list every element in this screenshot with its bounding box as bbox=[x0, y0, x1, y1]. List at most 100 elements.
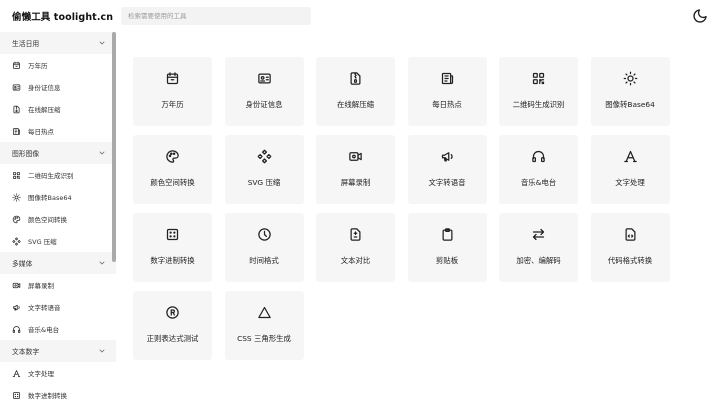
tool-card-10[interactable]: 音乐&电台 bbox=[499, 135, 578, 204]
tool-card-0[interactable]: 万年历 bbox=[133, 57, 212, 126]
id-card-icon bbox=[257, 71, 272, 86]
tool-card-label: 二维码生成识别 bbox=[512, 100, 565, 109]
regex-icon bbox=[165, 305, 180, 320]
sidebar-item-label: 万年历 bbox=[28, 62, 48, 70]
id-card-icon bbox=[12, 83, 21, 92]
header: 偷懒工具 toolight.cn bbox=[0, 0, 720, 32]
site-logo[interactable]: 偷懒工具 toolight.cn bbox=[12, 9, 113, 23]
tool-card-label: 每日热点 bbox=[432, 100, 462, 109]
tool-card-label: CSS 三角形生成 bbox=[237, 334, 291, 343]
sidebar-item-2-2[interactable]: 音乐&电台 bbox=[0, 318, 116, 340]
megaphone-icon bbox=[12, 303, 21, 312]
sidebar-group-label: 图形图像 bbox=[12, 150, 40, 158]
sidebar-item-label: 颜色空间转换 bbox=[28, 216, 67, 224]
tool-card-1[interactable]: 身份证信息 bbox=[224, 57, 304, 126]
sun-icon bbox=[12, 192, 21, 202]
tool-card-label: 屏幕录制 bbox=[340, 178, 371, 187]
tool-card-15[interactable]: 剪贴板 bbox=[407, 213, 487, 282]
chevron-down-icon bbox=[98, 149, 106, 157]
tool-card-label: 身份证信息 bbox=[245, 100, 283, 109]
tool-card-4[interactable]: 二维码生成识别 bbox=[499, 57, 578, 126]
dice-icon bbox=[12, 391, 21, 400]
tool-card-label: 时间格式 bbox=[249, 256, 279, 265]
sidebar-item-0-3[interactable]: 每日热点 bbox=[0, 120, 116, 142]
tool-card-label: 在线解压缩 bbox=[337, 100, 374, 109]
sidebar-group-1[interactable]: 图形图像 bbox=[0, 142, 116, 164]
search-input[interactable] bbox=[121, 7, 311, 25]
tool-card-6[interactable]: 颜色空间转换 bbox=[133, 135, 212, 204]
diff-icon bbox=[348, 227, 363, 242]
tool-card-label: 加密、编解码 bbox=[516, 256, 561, 265]
sidebar-group-label: 文本数字 bbox=[12, 348, 40, 356]
moon-icon[interactable] bbox=[692, 8, 708, 24]
news-icon bbox=[440, 71, 455, 86]
sidebar-item-label: 二维码生成识别 bbox=[28, 172, 74, 180]
sidebar-item-1-2[interactable]: 颜色空间转换 bbox=[0, 208, 116, 230]
palette-icon bbox=[165, 149, 180, 164]
tool-card-17[interactable]: 代码格式转换 bbox=[590, 213, 670, 282]
sidebar-group-2[interactable]: 多媒体 bbox=[0, 252, 116, 274]
sidebar-item-label: 在线解压缩 bbox=[28, 106, 61, 114]
tool-card-5[interactable]: 图像转Base64 bbox=[590, 57, 670, 126]
tool-card-18[interactable]: 正则表达式测试 bbox=[133, 291, 212, 360]
sidebar-item-0-1[interactable]: 身份证信息 bbox=[0, 76, 116, 98]
sidebar-item-1-0[interactable]: 二维码生成识别 bbox=[0, 164, 116, 186]
tool-card-label: SVG 压缩 bbox=[247, 178, 281, 187]
tool-card-9[interactable]: 文字转语音 bbox=[407, 135, 487, 204]
triangle-icon bbox=[257, 305, 272, 320]
tool-card-7[interactable]: SVG 压缩 bbox=[224, 135, 304, 204]
sidebar-item-label: 音乐&电台 bbox=[28, 326, 60, 334]
sidebar-item-label: 数字进制转换 bbox=[28, 392, 67, 400]
video-icon bbox=[12, 281, 21, 290]
tool-card-label: 文字转语音 bbox=[428, 178, 466, 187]
tool-card-13[interactable]: 时间格式 bbox=[224, 213, 304, 282]
headphones-icon bbox=[531, 149, 546, 164]
text-icon bbox=[12, 369, 21, 378]
video-icon bbox=[348, 149, 363, 164]
tool-card-3[interactable]: 每日热点 bbox=[407, 57, 487, 126]
tool-card-11[interactable]: 文字处理 bbox=[590, 135, 670, 204]
qrcode-icon bbox=[531, 71, 546, 86]
tool-card-label: 正则表达式测试 bbox=[146, 334, 199, 343]
tool-card-label: 文字处理 bbox=[615, 178, 645, 187]
sidebar-group-label: 生活日用 bbox=[12, 40, 40, 48]
code-file-icon bbox=[623, 227, 638, 242]
tool-card-2[interactable]: 在线解压缩 bbox=[316, 57, 395, 126]
palette-icon bbox=[12, 215, 21, 224]
svg-icon bbox=[12, 236, 21, 246]
sun-icon bbox=[623, 71, 638, 86]
calendar-icon bbox=[165, 71, 180, 86]
calendar-icon bbox=[12, 61, 21, 70]
sidebar-item-0-0[interactable]: 万年历 bbox=[0, 54, 116, 76]
sidebar-group-3[interactable]: 文本数字 bbox=[0, 340, 116, 362]
headphones-icon bbox=[12, 325, 21, 334]
tool-card-12[interactable]: 数字进制转换 bbox=[133, 213, 212, 282]
sidebar-item-label: 文字转语音 bbox=[28, 304, 61, 312]
sidebar-item-0-2[interactable]: 在线解压缩 bbox=[0, 98, 116, 120]
tool-card-16[interactable]: 加密、编解码 bbox=[499, 213, 578, 282]
sidebar-item-label: 每日热点 bbox=[28, 128, 54, 136]
clipboard-icon bbox=[440, 227, 455, 242]
sidebar-item-3-1[interactable]: 数字进制转换 bbox=[0, 384, 116, 402]
arrows-icon bbox=[531, 227, 546, 242]
tool-card-label: 代码格式转换 bbox=[607, 256, 653, 265]
tool-card-8[interactable]: 屏幕录制 bbox=[316, 135, 395, 204]
tool-card-19[interactable]: CSS 三角形生成 bbox=[224, 291, 304, 360]
sidebar-group-label: 多媒体 bbox=[12, 260, 33, 268]
chevron-down-icon bbox=[98, 39, 106, 47]
dice-icon bbox=[165, 227, 180, 242]
sidebar-item-1-1[interactable]: 图像转Base64 bbox=[0, 186, 116, 208]
tool-card-label: 音乐&电台 bbox=[520, 178, 557, 187]
sidebar-item-label: 文字处理 bbox=[28, 370, 54, 378]
sidebar-group-0[interactable]: 生活日用 bbox=[0, 32, 116, 54]
archive-icon bbox=[348, 71, 363, 86]
text-icon bbox=[623, 149, 638, 164]
chevron-down-icon bbox=[98, 347, 106, 355]
sidebar-item-2-0[interactable]: 屏幕录制 bbox=[0, 274, 116, 296]
qrcode-icon bbox=[12, 171, 21, 180]
sidebar-item-2-1[interactable]: 文字转语音 bbox=[0, 296, 116, 318]
sidebar-item-3-0[interactable]: 文字处理 bbox=[0, 362, 116, 384]
sidebar-item-label: SVG 压缩 bbox=[28, 238, 57, 246]
sidebar-item-1-3[interactable]: SVG 压缩 bbox=[0, 230, 116, 252]
tool-card-14[interactable]: 文本对比 bbox=[316, 213, 395, 282]
